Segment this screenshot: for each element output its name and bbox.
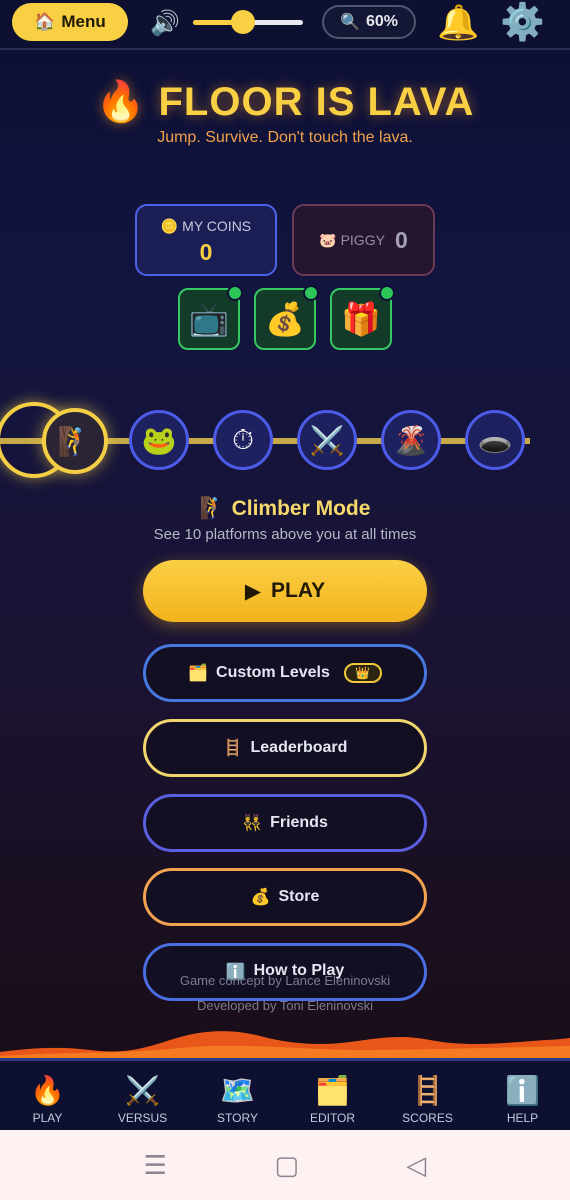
nav-help[interactable]: ℹ️ HELP [475,1061,570,1130]
nav-play[interactable]: 🔥 PLAY [0,1061,95,1130]
menu-label: Menu [61,12,106,31]
speaker-icon[interactable]: 🔊 [150,9,180,38]
swords-icon: ⚔️ [309,424,345,456]
pig-icon: 🐷 [319,231,337,248]
mode-hole[interactable]: 🕳️ [465,410,525,470]
top-bar: 🏠 Menu 🔊 🔍 60% 🔔 ⚙️ [0,0,570,50]
magnifier-icon: 🔍 [340,14,360,31]
nav-label: VERSUS [117,1111,168,1125]
money-bag-icon: 💰 [250,889,271,906]
store-label: Store [278,888,320,905]
credit-developer: Developed by Toni Eleninovski [196,998,374,1013]
home-icon[interactable]: ▢ [274,1150,299,1181]
volcano-icon: 🌋 [393,424,429,456]
mode-stopwatch[interactable]: ⏱ [213,410,273,470]
stopwatch-icon: ⏱ [232,423,254,455]
volume-slider-knob[interactable] [230,10,255,34]
system-nav-bar: ☰ ▢ ◁ [0,1130,570,1200]
money-bag-reward-button[interactable]: 💰 [254,285,319,350]
nav-editor[interactable]: 🗂️ EDITOR [285,1061,380,1130]
money-bag-icon: 💰 [265,301,305,337]
coins-label: MY COINS [182,218,252,234]
leaderboard-label: Leaderboard [250,739,348,756]
friends-label: Friends [270,814,328,831]
play-label: PLAY [271,579,326,602]
fire-icon: 🔥 [95,80,147,124]
fire-icon: 🔥 [30,1075,65,1106]
gear-icon[interactable]: ⚙️ [500,1,545,43]
mode-swords[interactable]: ⚔️ [297,410,357,470]
climber-icon: 🧗 [57,425,93,457]
mode-climber[interactable]: 🧗 [42,408,108,474]
bottom-nav: 🔥 PLAY ⚔️ VERSUS 🗺️ STORY 🗂️ EDITOR 🪜 SC… [0,1058,570,1130]
coins-label-row: 🪙 MY COINS [137,218,275,235]
my-coins-card: 🪙 MY COINS 0 [135,204,277,276]
mode-volcano[interactable]: 🌋 [381,410,441,470]
piggy-label-row: 🐷 PIGGY [319,232,385,249]
nav-versus[interactable]: ⚔️ VERSUS [95,1061,190,1130]
mode-title-text: Climber Mode [231,497,371,520]
ladder-icon: 🪜 [410,1075,445,1106]
tv-reward-button[interactable]: 📺 [178,285,243,350]
mode-description: See 10 platforms above you at all times [153,526,417,543]
map-icon: 🗺️ [220,1075,255,1106]
coins-value: 0 [199,239,213,265]
nav-label: STORY [217,1111,258,1125]
coin-icon: 🪙 [160,218,179,234]
available-indicator [303,285,319,301]
play-button[interactable]: ▶ PLAY [143,560,427,622]
available-indicator [227,285,243,301]
play-triangle-icon: ▶ [244,579,262,603]
gift-icon: 🎁 [341,301,381,337]
tv-icon: 📺 [189,301,229,337]
folder-icon: 🗂️ [188,665,209,682]
leaderboard-button[interactable]: 🪜 Leaderboard [143,719,427,777]
nav-label: HELP [506,1111,539,1125]
lava-waves [0,1031,570,1060]
crown-icon: 👑 [355,666,371,680]
friends-button[interactable]: 👯 Friends [143,794,427,852]
frog-icon: 🐸 [141,424,177,456]
bell-icon[interactable]: 🔔 [437,3,479,43]
piggy-value: 0 [394,226,408,253]
nav-story[interactable]: 🗺️ STORY [190,1061,285,1130]
how-to-play-button[interactable]: ℹ️ How to Play [143,943,427,1001]
piggy-label: PIGGY [340,231,385,248]
game-title: 🔥 FLOOR IS LAVA [0,78,570,125]
mode-title: 🧗 Climber Mode [0,497,570,521]
climber-icon: 🧗 [199,497,226,520]
custom-levels-button[interactable]: 🗂️ Custom Levels 👑 [143,644,427,702]
nav-label: EDITOR [309,1111,356,1125]
custom-levels-label: Custom Levels [216,664,330,681]
recent-apps-icon[interactable]: ☰ [144,1150,167,1181]
swords-icon: ⚔️ [125,1075,160,1106]
folder-icon: 🗂️ [315,1075,350,1106]
hole-icon: 🕳️ [477,424,513,456]
back-icon[interactable]: ◁ [406,1150,426,1181]
info-icon: ℹ️ [505,1075,540,1106]
volume-slider[interactable] [193,10,303,34]
nav-scores[interactable]: 🪜 SCORES [380,1061,475,1130]
title-section: 🔥 FLOOR IS LAVA Jump. Survive. Don't tou… [0,78,570,147]
friends-icon: 👯 [242,815,263,832]
game-title-text: FLOOR IS LAVA [158,80,475,124]
nav-label: SCORES [402,1111,453,1125]
menu-button[interactable]: 🏠 Menu [12,3,128,41]
ladder-icon: 🪜 [222,740,243,757]
zoom-button[interactable]: 🔍 60% [322,5,416,39]
credit-concept: Game concept by Lance Eleninovski [179,973,391,988]
gift-reward-button[interactable]: 🎁 [330,285,395,350]
store-button[interactable]: 💰 Store [143,868,427,926]
premium-badge: 👑 [343,663,382,683]
mode-frog[interactable]: 🐸 [129,410,189,470]
available-indicator [379,285,395,301]
game-subtitle: Jump. Survive. Don't touch the lava. [157,129,413,146]
home-icon: 🏠 [34,12,56,31]
zoom-level: 60% [365,13,398,30]
nav-label: PLAY [32,1111,63,1125]
piggy-card[interactable]: 🐷 PIGGY 0 [292,204,435,276]
